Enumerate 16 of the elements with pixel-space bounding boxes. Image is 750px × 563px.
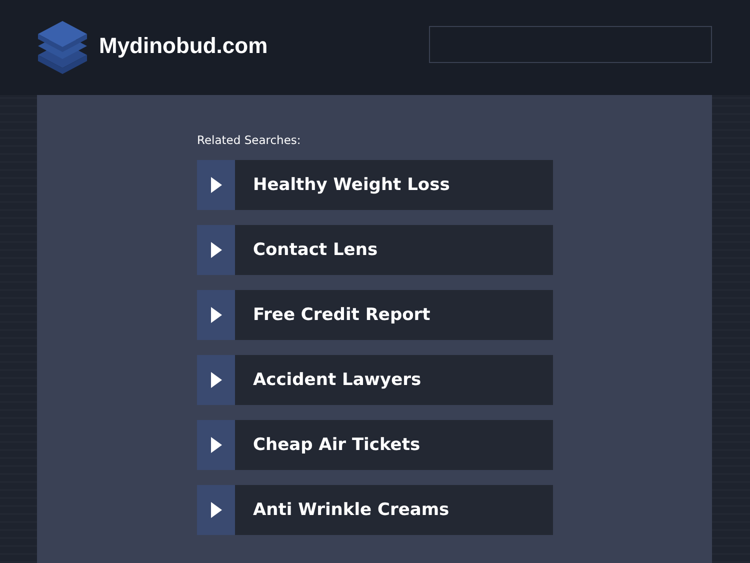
search-field[interactable] — [429, 26, 712, 63]
play-arrow-icon — [210, 372, 222, 388]
play-arrow-icon — [210, 502, 222, 518]
related-search-link[interactable]: Anti Wrinkle Creams — [197, 485, 553, 535]
related-search-link[interactable]: Contact Lens — [197, 225, 553, 275]
layers-logo-icon — [37, 20, 88, 76]
related-search-link[interactable]: Accident Lawyers — [197, 355, 553, 405]
play-arrow-icon — [210, 307, 222, 323]
play-arrow-icon — [210, 437, 222, 453]
related-search-link[interactable]: Free Credit Report — [197, 290, 553, 340]
related-searches-heading: Related Searches: — [197, 133, 302, 147]
related-search-link[interactable]: Healthy Weight Loss — [197, 160, 553, 210]
play-arrow-icon — [210, 242, 222, 258]
related-search-link[interactable]: Cheap Air Tickets — [197, 420, 553, 470]
play-arrow-icon — [210, 177, 222, 193]
site-name: Mydinobud.com — [99, 32, 268, 58]
